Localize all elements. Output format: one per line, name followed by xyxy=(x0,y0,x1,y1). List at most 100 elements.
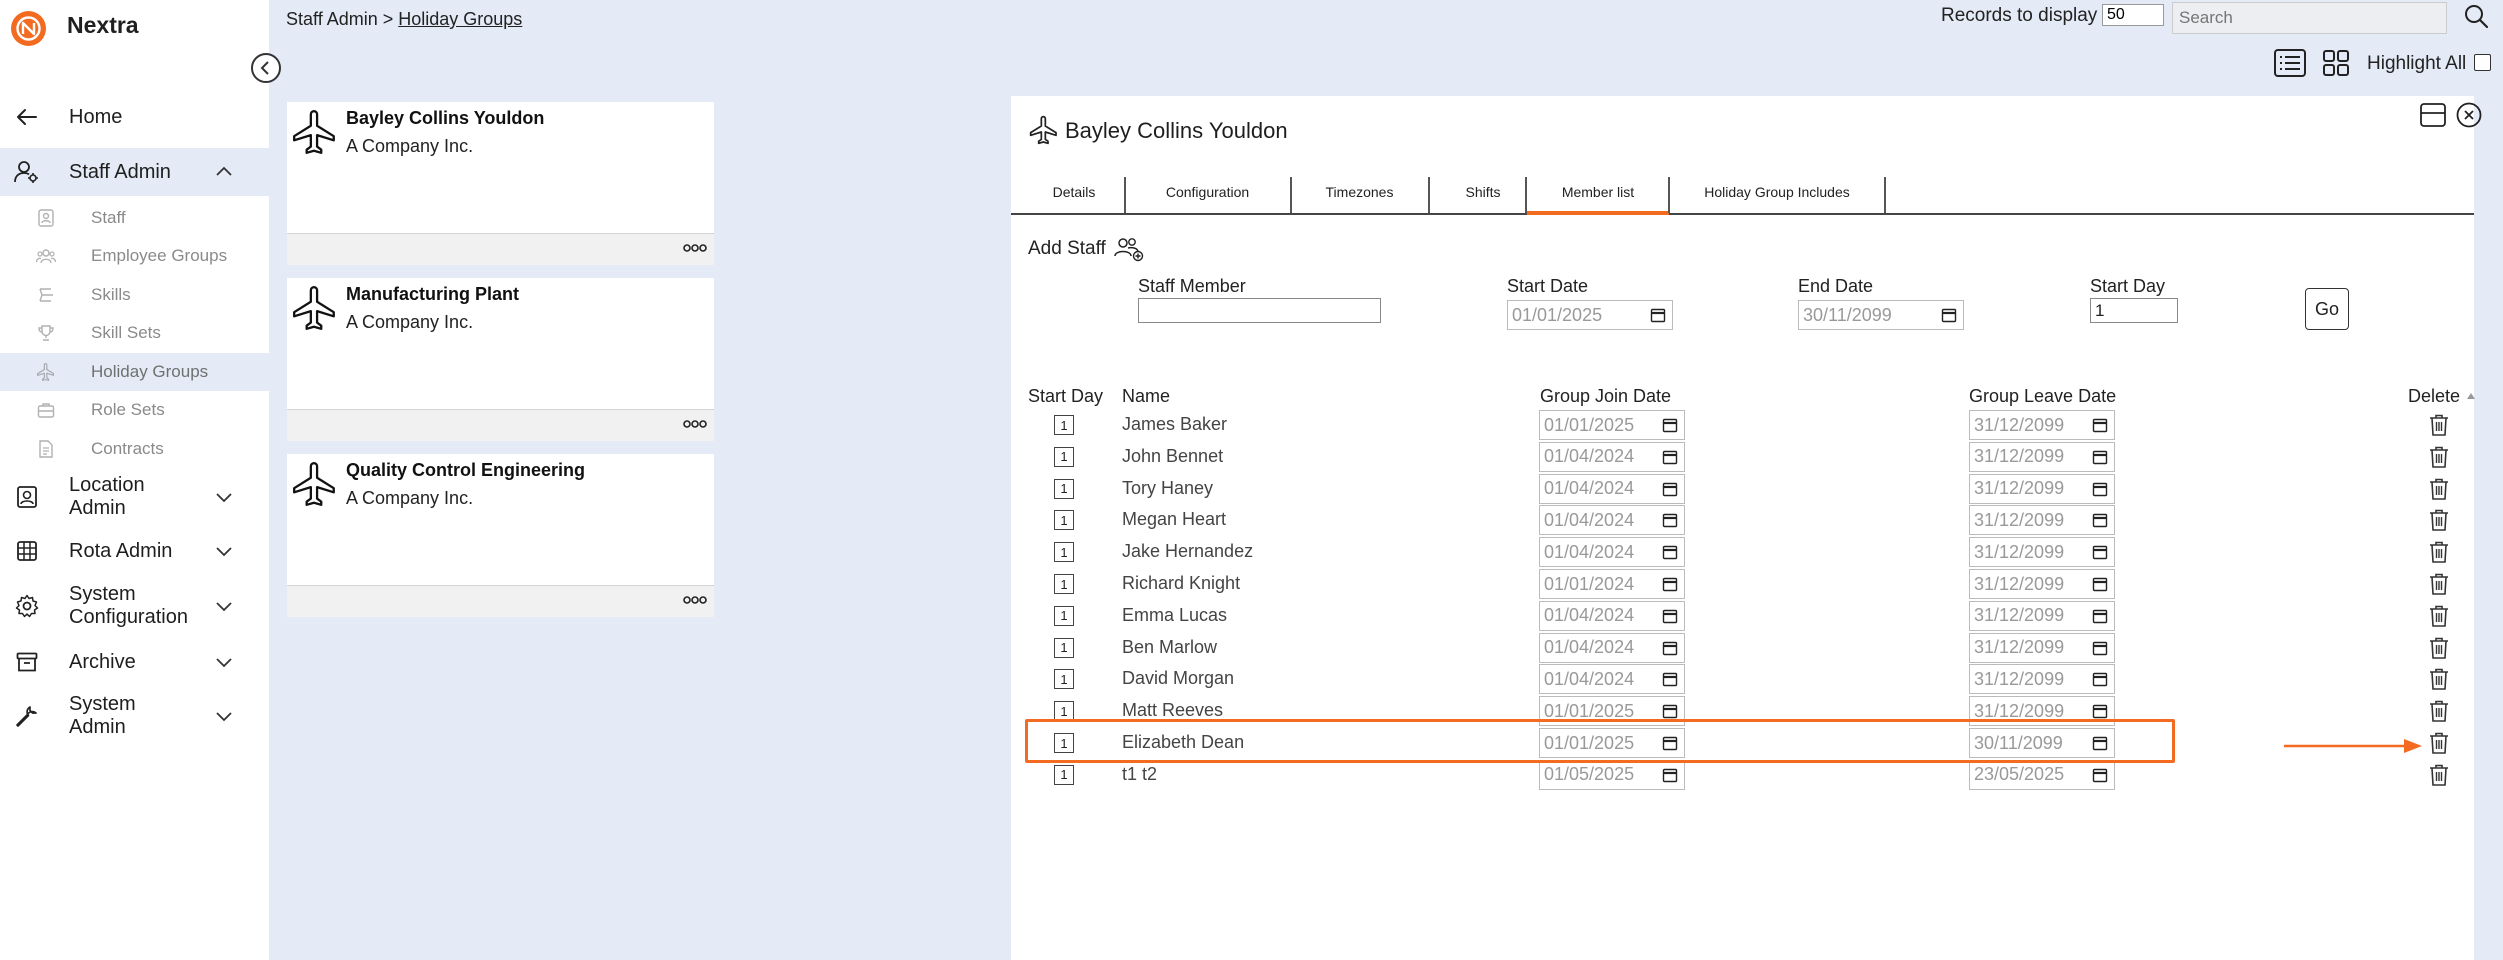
nav-location-admin[interactable]: Location Admin xyxy=(0,472,269,522)
trash-icon[interactable] xyxy=(2428,477,2450,501)
sidebar-item-staff[interactable]: Staff xyxy=(0,199,269,237)
tab-timezones[interactable]: Timezones xyxy=(1292,177,1427,215)
highlight-all-checkbox[interactable] xyxy=(2474,54,2491,71)
trash-icon[interactable] xyxy=(2428,731,2450,755)
calendar-icon[interactable] xyxy=(1662,544,1678,560)
start-day-value[interactable]: 1 xyxy=(1054,574,1074,594)
search-input[interactable] xyxy=(2172,2,2447,34)
calendar-icon[interactable] xyxy=(2092,512,2108,528)
records-to-display-input[interactable] xyxy=(2102,4,2164,26)
calendar-icon[interactable] xyxy=(1662,608,1678,624)
trash-icon[interactable] xyxy=(2428,413,2450,437)
group-join-date-input[interactable]: 01/04/2024 xyxy=(1539,632,1685,663)
nav-system-admin[interactable]: System Admin xyxy=(0,691,269,741)
calendar-icon[interactable] xyxy=(1662,671,1678,687)
group-leave-date-input[interactable]: 31/12/2099 xyxy=(1969,569,2115,599)
start-day-value[interactable]: 1 xyxy=(1054,542,1074,563)
more-options-icon[interactable] xyxy=(682,592,708,608)
group-leave-date-input[interactable]: 31/12/2099 xyxy=(1969,473,2115,504)
group-leave-date-input[interactable]: 31/12/2099 xyxy=(1969,632,2115,663)
trash-icon[interactable] xyxy=(2428,508,2450,532)
chevron-down-icon[interactable] xyxy=(212,485,236,509)
tab-configuration[interactable]: Configuration xyxy=(1126,177,1289,215)
start-day-value[interactable]: 1 xyxy=(1054,415,1074,435)
group-leave-date-input[interactable]: 31/12/2099 xyxy=(1969,537,2115,568)
group-join-date-input[interactable]: 01/04/2024 xyxy=(1539,441,1685,472)
start-day-value[interactable]: 1 xyxy=(1054,669,1074,690)
start-day-value[interactable]: 1 xyxy=(1054,764,1074,785)
add-people-icon[interactable] xyxy=(1114,236,1144,262)
calendar-icon[interactable] xyxy=(2092,735,2108,751)
calendar-icon[interactable] xyxy=(1662,735,1678,751)
holiday-group-card[interactable]: Manufacturing Plant A Company Inc. xyxy=(287,278,714,441)
group-leave-date-input[interactable]: 31/12/2099 xyxy=(1969,441,2115,472)
holiday-group-card[interactable]: Quality Control Engineering A Company In… xyxy=(287,454,714,617)
trash-icon[interactable] xyxy=(2428,572,2450,596)
group-join-date-input[interactable]: 01/01/2024 xyxy=(1539,569,1685,599)
sidebar-item-employee-groups[interactable]: Employee Groups xyxy=(0,237,269,275)
column-header-delete[interactable]: Delete xyxy=(2408,386,2460,407)
trash-icon[interactable] xyxy=(2428,445,2450,469)
calendar-icon[interactable] xyxy=(2092,671,2108,687)
group-leave-date-input[interactable]: 31/12/2099 xyxy=(1969,410,2115,440)
collapse-sidebar-button[interactable] xyxy=(251,53,281,83)
group-join-date-input[interactable]: 01/01/2025 xyxy=(1539,410,1685,440)
go-button[interactable]: Go xyxy=(2305,288,2349,330)
more-options-icon[interactable] xyxy=(682,240,708,256)
chevron-up-icon[interactable] xyxy=(212,160,236,184)
nav-staff-admin[interactable]: Staff Admin xyxy=(0,148,269,196)
start-day-value[interactable]: 1 xyxy=(1054,478,1074,499)
calendar-icon[interactable] xyxy=(2092,544,2108,560)
calendar-icon[interactable] xyxy=(1650,307,1666,323)
tab-details[interactable]: Details xyxy=(1025,177,1123,215)
group-join-date-input[interactable]: 01/01/2025 xyxy=(1539,728,1685,758)
dock-panel-icon[interactable] xyxy=(2420,103,2446,127)
calendar-icon[interactable] xyxy=(2092,767,2108,783)
nav-home[interactable]: Home xyxy=(0,93,269,141)
calendar-icon[interactable] xyxy=(2092,640,2108,656)
start-day-value[interactable]: 1 xyxy=(1054,733,1074,753)
calendar-icon[interactable] xyxy=(2092,608,2108,624)
grid-view-icon[interactable] xyxy=(2322,49,2350,77)
breadcrumb-current[interactable]: Holiday Groups xyxy=(398,9,522,29)
sort-ascending-icon[interactable] xyxy=(2466,391,2476,401)
chevron-down-icon[interactable] xyxy=(212,539,236,563)
sidebar-item-skills[interactable]: Skills xyxy=(0,276,269,314)
group-leave-date-input[interactable]: 31/12/2099 xyxy=(1969,664,2115,695)
calendar-icon[interactable] xyxy=(1941,307,1957,323)
trash-icon[interactable] xyxy=(2428,763,2450,787)
group-leave-date-input[interactable]: 30/11/2099 xyxy=(1969,728,2115,758)
trash-icon[interactable] xyxy=(2428,540,2450,564)
group-leave-date-input[interactable]: 31/12/2099 xyxy=(1969,696,2115,727)
more-options-icon[interactable] xyxy=(682,416,708,432)
trash-icon[interactable] xyxy=(2428,667,2450,691)
nav-archive[interactable]: Archive xyxy=(0,638,269,686)
start-day-value[interactable]: 1 xyxy=(1054,701,1074,722)
calendar-icon[interactable] xyxy=(2092,417,2108,433)
tab-holiday-group-includes[interactable]: Holiday Group Includes xyxy=(1670,177,1884,215)
sidebar-item-role-sets[interactable]: Role Sets xyxy=(0,391,269,429)
tab-shifts[interactable]: Shifts xyxy=(1430,177,1536,215)
sidebar-item-skill-sets[interactable]: Skill Sets xyxy=(0,314,269,352)
staff-member-input[interactable] xyxy=(1138,298,1381,323)
trash-icon[interactable] xyxy=(2428,636,2450,660)
start-day-value[interactable]: 1 xyxy=(1054,605,1074,626)
calendar-icon[interactable] xyxy=(1662,576,1678,592)
calendar-icon[interactable] xyxy=(2092,449,2108,465)
group-join-date-input[interactable]: 01/01/2025 xyxy=(1539,696,1685,727)
tab-member-list[interactable]: Member list xyxy=(1527,177,1669,215)
start-day-value[interactable]: 1 xyxy=(1054,510,1074,531)
sidebar-item-holiday-groups[interactable]: Holiday Groups xyxy=(0,353,269,391)
group-leave-date-input[interactable]: 23/05/2025 xyxy=(1969,759,2115,790)
group-join-date-input[interactable]: 01/04/2024 xyxy=(1539,537,1685,568)
group-join-date-input[interactable]: 01/04/2024 xyxy=(1539,664,1685,695)
calendar-icon[interactable] xyxy=(2092,703,2108,719)
trash-icon[interactable] xyxy=(2428,699,2450,723)
search-icon[interactable] xyxy=(2462,2,2490,30)
start-date-input[interactable]: 01/01/2025 xyxy=(1507,300,1673,330)
add-staff-label[interactable]: Add Staff xyxy=(1028,238,1106,260)
start-day-input[interactable] xyxy=(2090,298,2178,323)
end-date-input[interactable]: 30/11/2099 xyxy=(1798,300,1964,330)
group-join-date-input[interactable]: 01/04/2024 xyxy=(1539,600,1685,631)
calendar-icon[interactable] xyxy=(1662,512,1678,528)
